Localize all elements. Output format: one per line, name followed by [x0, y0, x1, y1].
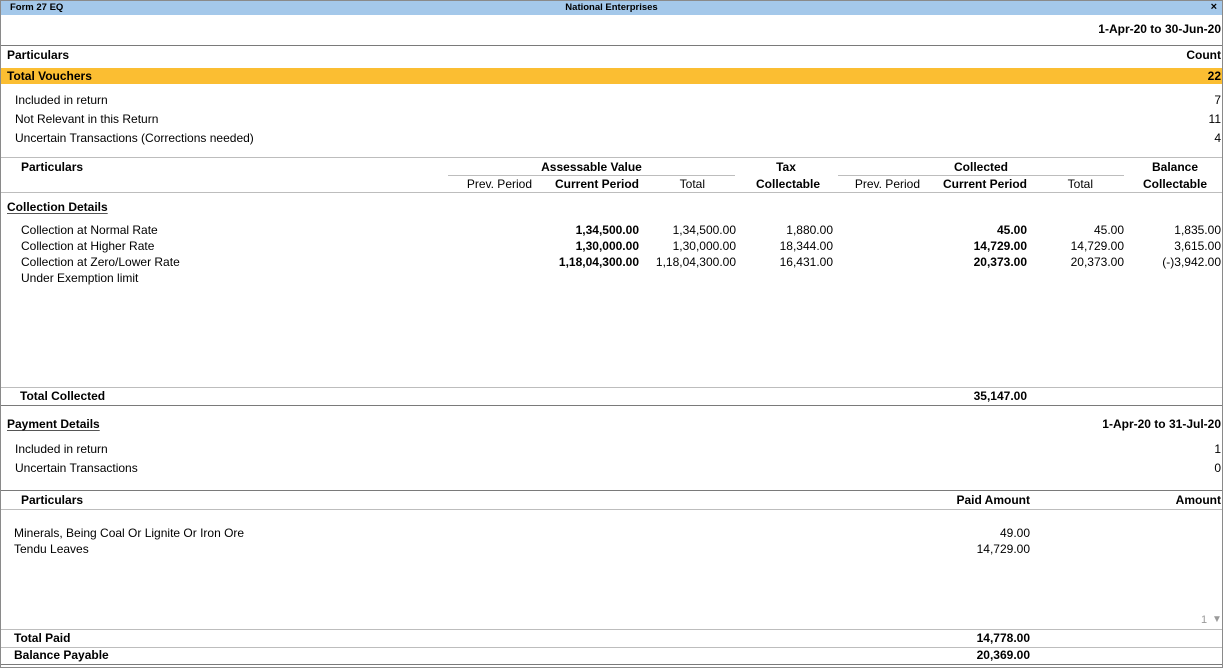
- summary-row-count: 7: [1214, 93, 1221, 107]
- divider: [1, 45, 1222, 46]
- av-current-value: 1,30,000.00: [575, 239, 639, 253]
- payment-row-count: 1: [1214, 442, 1221, 456]
- balance-payable-label: Balance Payable: [14, 648, 109, 662]
- assessable-value-header: Assessable Value: [541, 160, 642, 174]
- paid-row-amount: 49.00: [999, 526, 1030, 540]
- payment-row-label[interactable]: Included in return: [15, 442, 108, 456]
- divider: [1, 647, 1222, 648]
- divider: [1, 664, 1222, 665]
- summary-row-label[interactable]: Uncertain Transactions (Corrections need…: [15, 131, 254, 145]
- scroll-down-icon[interactable]: ▼: [1212, 614, 1222, 625]
- summary-row-label[interactable]: Not Relevant in this Return: [15, 112, 158, 126]
- divider: [1, 192, 1222, 193]
- divider: [838, 175, 1124, 176]
- total-paid-value: 14,778.00: [976, 631, 1030, 645]
- paid-row-label[interactable]: Tendu Leaves: [14, 542, 89, 556]
- tax-collectable-header: Collectable: [755, 177, 821, 191]
- col-total-value: 14,729.00: [1070, 239, 1124, 253]
- paid-row-label[interactable]: Minerals, Being Coal Or Lignite Or Iron …: [14, 526, 244, 540]
- col-total-header: Total: [1067, 177, 1093, 191]
- report-period: 1-Apr-20 to 30-Jun-20: [1098, 22, 1221, 36]
- payment-row-label[interactable]: Uncertain Transactions: [15, 461, 138, 475]
- av-current-value: 1,34,500.00: [575, 223, 639, 237]
- tax-value: 16,431.00: [779, 255, 833, 269]
- total-collected-label: Total Collected: [20, 389, 106, 403]
- av-current-value: 1,18,04,300.00: [558, 255, 639, 269]
- balance-value: 3,615.00: [1174, 239, 1221, 253]
- collected-header: Collected: [953, 160, 1008, 174]
- close-icon[interactable]: ×: [1211, 1, 1217, 13]
- summary-particulars-header: Particulars: [7, 48, 70, 62]
- balance-header: Balance: [1151, 160, 1199, 174]
- company-name: National Enterprises: [565, 2, 658, 13]
- amount-header: Amount: [1175, 493, 1221, 507]
- divider: [1, 629, 1222, 630]
- total-collected-value: 35,147.00: [973, 389, 1027, 403]
- col-current-value: 45.00: [996, 223, 1027, 237]
- av-total-value: 1,18,04,300.00: [655, 255, 736, 269]
- av-current-period-header: Current Period: [554, 177, 639, 191]
- collection-row-label[interactable]: Collection at Normal Rate: [21, 223, 158, 237]
- collection-details-title: Collection Details: [7, 200, 108, 214]
- form-27eq-window: Form 27 EQ National Enterprises × 1-Apr-…: [0, 0, 1223, 668]
- balance-payable-value: 20,369.00: [976, 648, 1030, 662]
- col-total-value: 20,373.00: [1070, 255, 1124, 269]
- total-vouchers-label[interactable]: Total Vouchers: [7, 69, 92, 83]
- payment-details-title: Payment Details: [7, 417, 100, 431]
- collection-row-label[interactable]: Collection at Zero/Lower Rate: [21, 255, 180, 269]
- collection-row-label[interactable]: Under Exemption limit: [21, 271, 138, 285]
- av-total-value: 1,30,000.00: [672, 239, 736, 253]
- col-current-value: 14,729.00: [973, 239, 1027, 253]
- balance-collectable-header: Collectable: [1142, 177, 1208, 191]
- summary-row-label[interactable]: Included in return: [15, 93, 108, 107]
- col-total-value: 45.00: [1093, 223, 1124, 237]
- payment-row-count: 0: [1214, 461, 1221, 475]
- divider: [1, 157, 1222, 158]
- summary-count-header: Count: [1186, 48, 1221, 62]
- balance-value: 1,835.00: [1174, 223, 1221, 237]
- paid-row-amount: 14,729.00: [976, 542, 1030, 556]
- collection-row-label[interactable]: Collection at Higher Rate: [21, 239, 154, 253]
- total-vouchers-row[interactable]: [1, 68, 1222, 84]
- tax-value: 1,880.00: [786, 223, 833, 237]
- total-vouchers-count[interactable]: 22: [1208, 69, 1221, 83]
- divider: [1, 490, 1222, 491]
- divider: [1, 387, 1222, 388]
- av-total-header: Total: [679, 177, 705, 191]
- col-current-value: 20,373.00: [973, 255, 1027, 269]
- col-current-period-header: Current Period: [942, 177, 1027, 191]
- summary-row-count: 11: [1208, 112, 1221, 126]
- divider: [1, 405, 1222, 406]
- av-prev-period-header: Prev. Period: [466, 177, 532, 191]
- balance-value: (-)3,942.00: [1162, 255, 1221, 269]
- title-bar: Form 27 EQ National Enterprises ×: [1, 1, 1222, 15]
- page-number: 1: [1201, 614, 1208, 626]
- col-prev-period-header: Prev. Period: [854, 177, 920, 191]
- summary-row-count: 4: [1214, 131, 1221, 145]
- tax-header: Tax: [776, 160, 796, 174]
- divider: [1, 509, 1222, 510]
- divider: [448, 175, 735, 176]
- total-paid-label: Total Paid: [14, 631, 71, 645]
- payment-period: 1-Apr-20 to 31-Jul-20: [1102, 417, 1221, 431]
- collection-particulars-header: Particulars: [21, 160, 84, 174]
- tax-value: 18,344.00: [779, 239, 833, 253]
- paid-amount-header: Paid Amount: [956, 493, 1030, 507]
- av-total-value: 1,34,500.00: [672, 223, 736, 237]
- paid-particulars-header: Particulars: [21, 493, 84, 507]
